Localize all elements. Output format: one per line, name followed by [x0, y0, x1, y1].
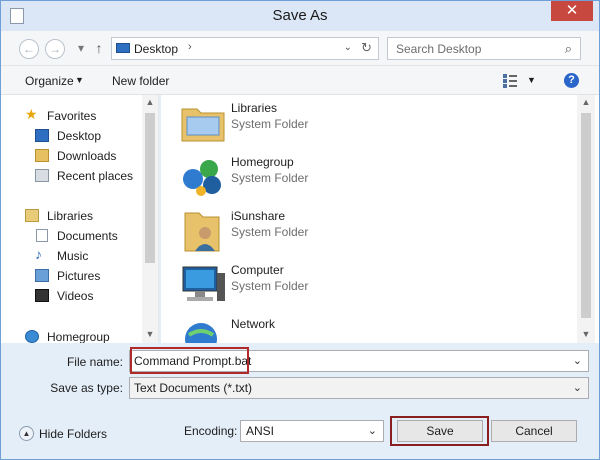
scroll-down-icon[interactable]: ▼ — [144, 329, 156, 339]
list-item[interactable]: iSunshare System Folder — [175, 203, 575, 257]
file-list-scrollbar[interactable]: ▲ ▼ — [577, 95, 595, 343]
hide-folders-label: Hide Folders — [39, 427, 108, 441]
navigation-pane: ★ Favorites Desktop Downloads Recent pla… — [1, 95, 159, 343]
save-as-type-value: Text Documents (*.txt) — [134, 381, 253, 395]
homegroup-icon — [25, 330, 39, 343]
chevron-down-icon[interactable]: ⌄ — [573, 354, 582, 367]
title-bar: Save As ✕ — [1, 1, 599, 31]
close-button[interactable]: ✕ — [551, 1, 593, 21]
file-list: Libraries System Folder Homegroup System… — [161, 95, 599, 343]
documents-icon — [36, 229, 48, 242]
save-as-dialog: Save As ✕ ← → ▾ ↑ Desktop › ⌄ ↻ Search D… — [0, 0, 600, 460]
search-input[interactable]: Search Desktop — [396, 42, 481, 56]
address-bar[interactable]: Desktop › ⌄ ↻ — [111, 37, 379, 60]
chevron-right-icon[interactable]: › — [188, 41, 192, 53]
help-icon[interactable]: ? — [564, 73, 579, 88]
videos-icon — [35, 289, 49, 302]
window-title: Save As — [272, 7, 328, 24]
libraries-folder-icon — [181, 108, 225, 142]
scroll-up-icon[interactable]: ▲ — [144, 97, 156, 107]
view-dropdown-icon[interactable]: ▼ — [527, 75, 536, 85]
chevron-down-icon[interactable]: ⌄ — [573, 381, 582, 394]
cancel-button[interactable]: Cancel — [491, 420, 577, 442]
search-box[interactable]: Search Desktop ⌕ — [387, 37, 581, 60]
music-icon: ♪ — [35, 246, 42, 262]
network-icon — [185, 323, 217, 343]
new-folder-button[interactable]: New folder — [112, 74, 169, 88]
address-row: ← → ▾ ↑ Desktop › ⌄ ↻ Search Desktop ⌕ — [1, 31, 599, 65]
chevron-up-icon: ▲ — [19, 426, 34, 441]
chevron-down-icon[interactable]: ▼ — [75, 75, 84, 85]
list-item[interactable]: Homegroup System Folder — [175, 149, 575, 203]
list-item[interactable]: Computer System Folder — [175, 257, 575, 311]
nav-scroll-thumb[interactable] — [145, 113, 155, 263]
back-button[interactable]: ← — [19, 39, 39, 59]
view-options-icon[interactable] — [503, 74, 517, 88]
command-bar: Organize ▼ New folder ▼ ? — [1, 65, 599, 95]
homegroup-icon — [183, 160, 221, 196]
libraries-icon — [25, 209, 39, 222]
recent-locations-dropdown[interactable]: ▾ — [71, 39, 91, 59]
desktop-icon — [35, 129, 49, 142]
organize-button[interactable]: Organize — [25, 74, 74, 88]
file-name-highlight — [130, 347, 249, 374]
list-item[interactable]: Libraries System Folder — [175, 95, 575, 149]
address-location: Desktop — [134, 42, 179, 56]
scroll-down-icon[interactable]: ▼ — [580, 329, 592, 339]
file-name-label: File name: — [66, 355, 123, 369]
desktop-icon — [116, 43, 130, 53]
up-button[interactable]: ↑ — [91, 38, 107, 58]
encoding-value: ANSI — [246, 424, 275, 438]
refresh-icon[interactable]: ↻ — [361, 40, 372, 56]
save-as-type-select[interactable]: Text Documents (*.txt) ⌄ — [129, 377, 589, 399]
encoding-select[interactable]: ANSI ⌄ — [240, 420, 384, 442]
list-item[interactable]: Network — [175, 311, 575, 343]
downloads-icon — [35, 149, 49, 162]
scroll-up-icon[interactable]: ▲ — [580, 97, 592, 107]
pictures-icon — [35, 269, 49, 282]
recent-places-icon — [35, 169, 49, 182]
computer-icon — [182, 266, 225, 301]
save-button-highlight — [390, 416, 489, 446]
star-icon: ★ — [25, 106, 38, 122]
nav-scrollbar[interactable]: ▲ ▼ — [142, 95, 158, 343]
forward-button[interactable]: → — [45, 39, 65, 59]
save-as-type-label: Save as type: — [50, 381, 123, 395]
search-icon[interactable]: ⌕ — [565, 41, 572, 57]
encoding-label: Encoding: — [184, 424, 238, 438]
address-dropdown-button[interactable]: ⌄ — [344, 42, 352, 53]
chevron-down-icon[interactable]: ⌄ — [368, 424, 377, 437]
file-list-scroll-thumb[interactable] — [581, 113, 591, 318]
user-folder-icon — [184, 212, 220, 252]
